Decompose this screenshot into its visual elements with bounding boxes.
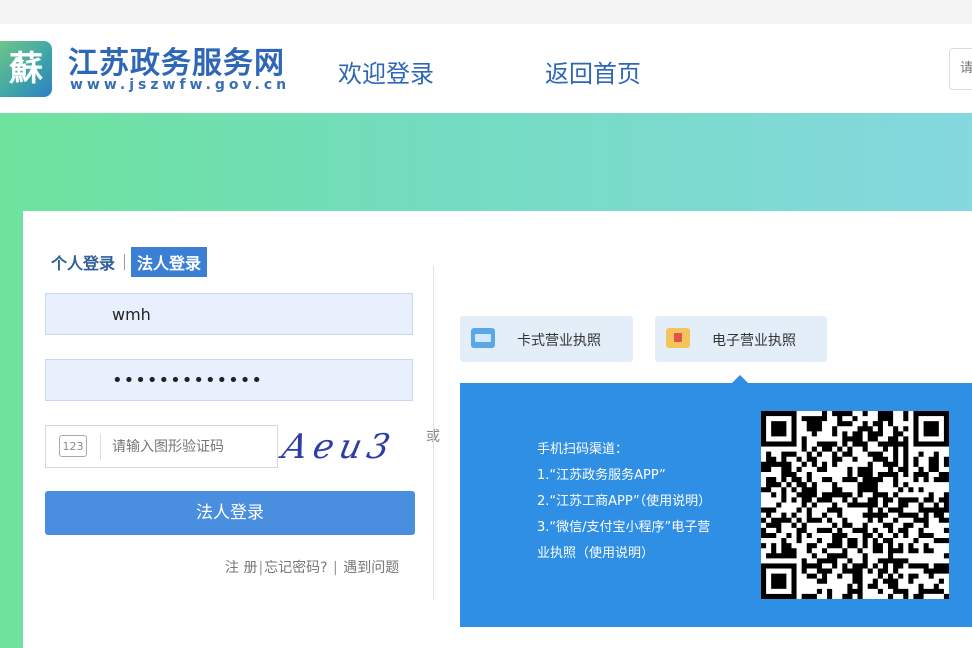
username-field[interactable]	[45, 293, 413, 335]
e-license-icon	[666, 328, 690, 348]
captcha-input[interactable]	[112, 426, 272, 467]
header-search-input[interactable]	[950, 49, 972, 87]
register-link[interactable]: 注 册	[225, 560, 257, 576]
scan-line-3: 3.“微信/支付宝小程序”电子营	[537, 520, 711, 535]
scan-instructions: 手机扫码渠道： 1.“江苏政务服务APP” 2.“江苏工商APP”（使用说明） …	[537, 437, 747, 567]
panel-pointer	[732, 375, 748, 383]
help-links: 注 册|忘记密码? | 遇到问题	[225, 557, 399, 577]
card-license-icon	[471, 328, 495, 348]
username-input[interactable]	[46, 294, 412, 334]
tab-legal-login[interactable]: 法人登录	[131, 247, 208, 277]
scan-line-2: 2.“江苏工商APP”（使用说明）	[537, 494, 712, 509]
captcha-image-text: Aeu3	[278, 427, 400, 467]
forgot-password-link[interactable]: 忘记密码?	[264, 560, 327, 576]
captcha-field[interactable]: 123	[45, 425, 278, 468]
captcha-123-icon: 123	[59, 435, 87, 457]
card-license-label: 卡式营业执照	[517, 333, 601, 349]
captcha-divider	[100, 434, 101, 460]
tab-personal-login[interactable]: 个人登录	[51, 250, 115, 274]
legal-login-button[interactable]: 法人登录	[45, 491, 415, 535]
problem-link[interactable]: 遇到问题	[343, 560, 399, 576]
header-search[interactable]	[949, 48, 972, 90]
tab-divider	[124, 254, 126, 270]
scan-title: 手机扫码渠道：	[537, 442, 629, 457]
scan-line-1: 1.“江苏政务服务APP”	[537, 468, 666, 483]
jiangsu-logo-icon[interactable]: 蘇	[0, 41, 52, 97]
vertical-divider	[433, 266, 434, 600]
password-field[interactable]	[45, 359, 413, 401]
password-input[interactable]	[46, 360, 412, 400]
site-url: www.jszwfw.gov.cn	[70, 77, 291, 93]
qr-code-icon	[761, 411, 949, 599]
captcha-image[interactable]: Aeu3	[279, 425, 415, 468]
link-separator: |	[328, 560, 343, 576]
tab-e-license[interactable]: 电子营业执照	[655, 316, 827, 362]
qr-code-image[interactable]	[761, 411, 949, 599]
site-name[interactable]: 江苏政务服务网	[68, 38, 285, 82]
top-strip	[0, 0, 972, 24]
link-separator: |	[258, 560, 264, 576]
e-license-label: 电子营业执照	[712, 333, 796, 349]
nav-back-home[interactable]: 返回首页	[545, 54, 641, 89]
scan-line-4: 业执照（使用说明）	[537, 546, 655, 561]
nav-welcome-login[interactable]: 欢迎登录	[338, 54, 434, 89]
tab-card-license[interactable]: 卡式营业执照	[460, 316, 633, 362]
login-tabs: 个人登录 法人登录	[51, 247, 208, 277]
